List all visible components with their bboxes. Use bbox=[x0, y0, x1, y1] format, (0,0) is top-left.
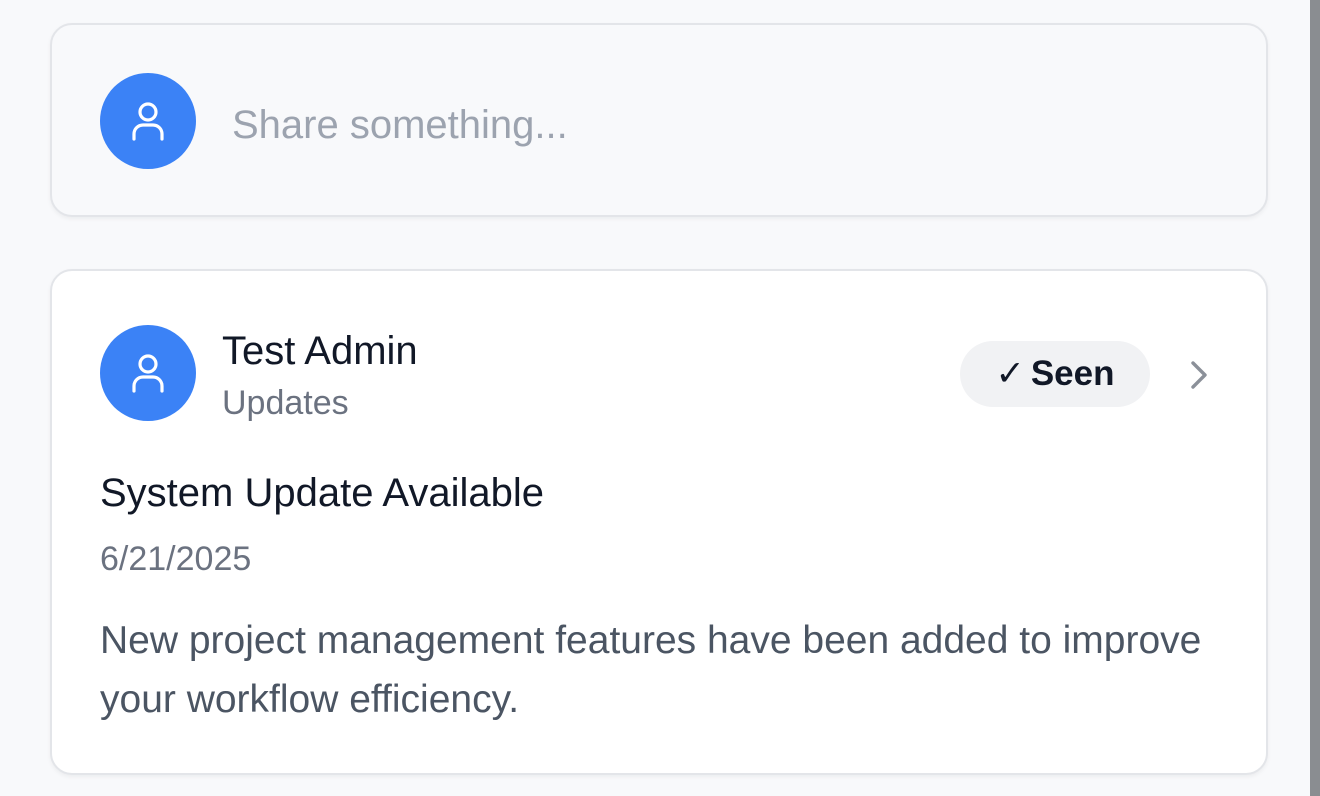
user-icon bbox=[132, 354, 164, 393]
scrollbar[interactable] bbox=[1310, 0, 1320, 796]
check-icon: ✓ bbox=[995, 354, 1025, 393]
composer-avatar bbox=[100, 73, 196, 169]
composer-card bbox=[50, 23, 1268, 217]
seen-label: Seen bbox=[1030, 354, 1115, 393]
author-name[interactable]: Test Admin bbox=[222, 327, 418, 375]
post-date: 6/21/2025 bbox=[100, 540, 252, 578]
feed-page: Test Admin Updates ✓ Seen System Update … bbox=[0, 0, 1320, 796]
author-avatar[interactable] bbox=[100, 325, 196, 421]
seen-status-badge: ✓ Seen bbox=[960, 341, 1150, 407]
chevron-right-icon[interactable] bbox=[1182, 355, 1216, 395]
post-card[interactable]: Test Admin Updates ✓ Seen System Update … bbox=[50, 269, 1268, 775]
post-group: Updates bbox=[222, 384, 349, 422]
share-input[interactable] bbox=[232, 95, 1192, 155]
chevron-right-svg bbox=[1191, 361, 1207, 389]
post-title: System Update Available bbox=[100, 471, 544, 515]
user-icon bbox=[132, 102, 164, 141]
post-body: New project management features have bee… bbox=[100, 619, 1202, 721]
